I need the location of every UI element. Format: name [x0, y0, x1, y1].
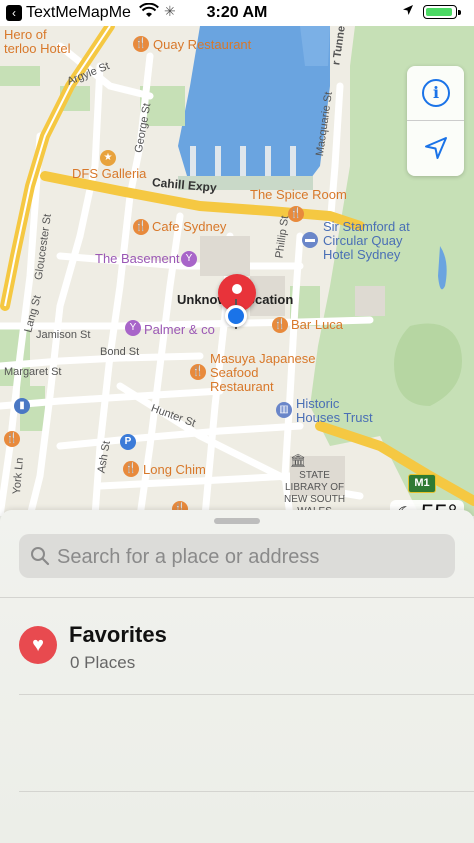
parking-icon[interactable]: P: [120, 434, 136, 450]
status-bar: ‹ TextMeMapMe ✳ 3:20 AM: [0, 0, 474, 26]
map-controls: i: [407, 66, 464, 176]
map-canvas: [0, 26, 474, 516]
poi-label-long-chim[interactable]: Long Chim: [143, 462, 206, 477]
location-arrow-icon: [402, 4, 414, 19]
poi-label-hero-of-waterloo[interactable]: Hero of terloo Hotel: [4, 28, 70, 56]
divider: [0, 597, 474, 598]
favorites-title: Favorites: [69, 622, 167, 647]
favorites-count: 0 Places: [70, 653, 136, 672]
divider: [19, 694, 474, 695]
track-location-button[interactable]: [407, 121, 464, 176]
m1-route-shield: M1: [408, 474, 436, 493]
favorites-row[interactable]: ♥ Favorites 0 Places: [0, 610, 474, 696]
search-input[interactable]: [55, 534, 449, 580]
search-icon: [31, 547, 50, 566]
bar-icon[interactable]: Y: [125, 320, 141, 336]
poi-label-historic-houses-trust[interactable]: Historic Houses Trust: [296, 397, 373, 425]
restaurant-icon[interactable]: 🍴: [190, 364, 206, 380]
train-icon[interactable]: ▮: [14, 398, 30, 414]
restaurant-icon[interactable]: 🍴: [4, 431, 20, 447]
poi-label-bar-luca[interactable]: Bar Luca: [291, 317, 343, 332]
restaurant-icon[interactable]: 🍴: [133, 219, 149, 235]
poi-label-quay-restaurant[interactable]: Quay Restaurant: [153, 37, 251, 52]
street-label-margaret: Margaret St: [4, 366, 62, 378]
map-info-button[interactable]: i: [407, 66, 464, 121]
map-view[interactable]: Hero of terloo Hotel Quay Restaurant 🍴 A…: [0, 26, 474, 516]
museum-icon[interactable]: ▥: [276, 402, 292, 418]
heart-icon: ♥: [19, 626, 57, 664]
location-arrow-icon: [425, 137, 447, 159]
restaurant-icon[interactable]: 🍴: [272, 317, 288, 333]
library-icon: 🏛: [290, 453, 307, 468]
poi-label-palmer-and-co[interactable]: Palmer & co: [144, 322, 215, 337]
hotel-icon[interactable]: ▬: [302, 232, 318, 248]
bar-icon[interactable]: Y: [181, 251, 197, 267]
shopping-icon[interactable]: ★: [100, 150, 116, 166]
poi-label-cafe-sydney[interactable]: Cafe Sydney: [152, 219, 226, 234]
street-label-bond: Bond St: [100, 346, 140, 358]
restaurant-icon[interactable]: 🍴: [133, 36, 149, 52]
current-location-dot[interactable]: [225, 305, 247, 327]
poi-label-spice-room[interactable]: The Spice Room: [250, 187, 347, 202]
battery-tip: [458, 10, 461, 15]
poi-label-masuya[interactable]: Masuya Japanese Seafood Restaurant: [210, 352, 316, 394]
divider: [19, 791, 474, 792]
poi-label-the-basement[interactable]: The Basement: [95, 251, 180, 266]
poi-label-dfs-galleria[interactable]: DFS Galleria: [72, 166, 146, 181]
sheet-grabber[interactable]: [214, 518, 260, 524]
street-label-jamison: Jamison St: [36, 329, 91, 341]
battery-icon: [423, 5, 457, 19]
poi-label-sir-stamford-hotel[interactable]: Sir Stamford at Circular Quay Hotel Sydn…: [323, 220, 410, 262]
bottom-sheet[interactable]: ♥ Favorites 0 Places: [0, 510, 474, 843]
search-bar[interactable]: [19, 534, 455, 580]
info-icon: i: [422, 79, 450, 107]
restaurant-icon[interactable]: 🍴: [123, 461, 139, 477]
